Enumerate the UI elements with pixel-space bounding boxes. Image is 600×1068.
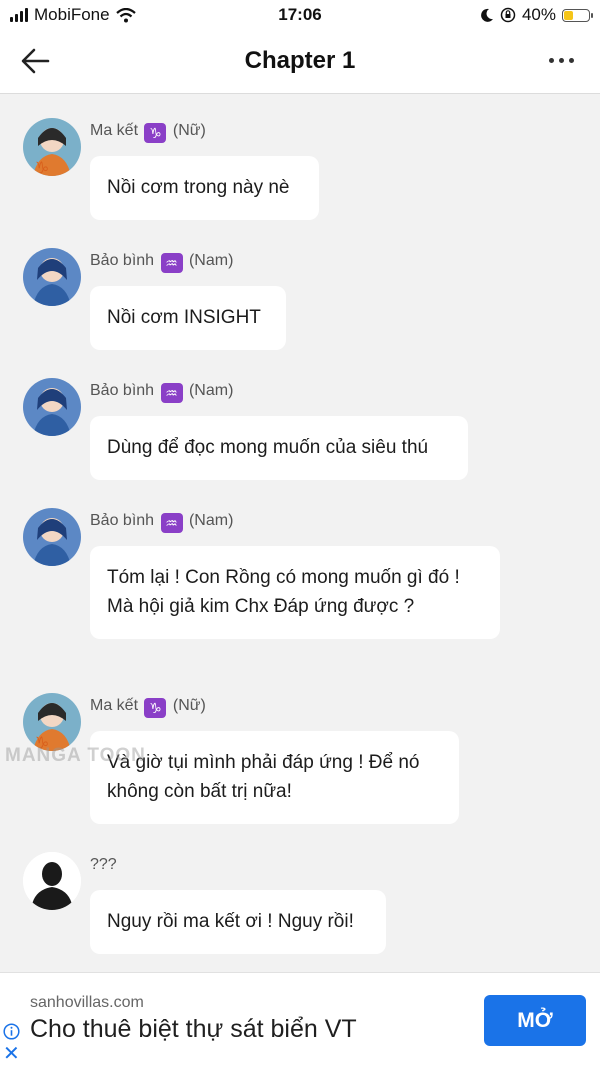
message-bubble: Nồi cơm INSIGHT: [90, 286, 286, 350]
info-icon[interactable]: [3, 1023, 20, 1040]
ad-domain: sanhovillas.com: [30, 994, 144, 1011]
sender-gender: (Nam): [188, 512, 234, 529]
aquarius-sign-icon: ♒: [160, 253, 183, 273]
capricorn-sign-icon: ♑: [144, 698, 167, 718]
sender-label: Bảo bình ♒ (Nam): [90, 512, 233, 533]
sender-name: ???: [90, 856, 117, 873]
message-bubble: Nguy rồi ma kết ơi ! Nguy rồi!: [90, 890, 386, 954]
sender-name: Bảo bình: [90, 512, 155, 529]
page-title: Chapter 1: [244, 47, 356, 74]
close-icon[interactable]: ✕: [3, 1044, 20, 1064]
more-dot: [558, 57, 564, 63]
message-text-line: không còn bất trị nữa!: [107, 781, 292, 802]
chapter-header: Chapter 1: [0, 30, 600, 94]
message-text: Dùng để đọc mong muốn của siêu thú: [107, 437, 429, 458]
sender-label: ???: [90, 856, 117, 874]
status-right: 40%: [479, 5, 593, 25]
ad-open-button[interactable]: MỞ: [484, 995, 586, 1046]
message-text: Nồi cơm trong này nè: [107, 177, 290, 198]
battery-percent: 40%: [521, 5, 556, 24]
message-text: Nguy rồi ma kết ơi ! Nguy rồi!: [107, 911, 354, 932]
message-text-line: Và giờ tụi mình phải đáp ứng ! Để nó: [107, 752, 420, 773]
ad-headline[interactable]: Cho thuê biệt thự sát biển VT: [30, 1015, 357, 1044]
message-bubble: Nồi cơm trong này nè: [90, 156, 319, 220]
sender-gender: (Nam): [188, 382, 234, 399]
message-bubble: Dùng để đọc mong muốn của siêu thú: [90, 416, 468, 480]
sender-gender: (Nữ): [172, 697, 206, 714]
aquarius-sign-icon: ♒: [160, 383, 183, 403]
svg-text:♑: ♑: [35, 158, 49, 176]
avatar-unknown-silhouette[interactable]: [23, 852, 81, 910]
sender-gender: (Nữ): [172, 122, 206, 139]
message-text-line: Tóm lại ! Con Rồng có mong muốn gì đó !: [107, 567, 460, 588]
avatar-capricorn[interactable]: ♑: [23, 118, 81, 176]
sender-name: Bảo bình: [90, 382, 155, 399]
sender-name: Ma kết: [90, 122, 139, 139]
watermark: MANGA TOON: [5, 745, 146, 766]
capricorn-sign-icon: ♑: [144, 123, 167, 143]
battery-icon: [562, 8, 593, 22]
avatar-aquarius[interactable]: [23, 248, 81, 306]
moon-icon: [481, 8, 493, 22]
aquarius-sign-icon: ♒: [160, 513, 183, 533]
message-text-line: Mà hội giả kim Chx Đáp ứng được ?: [107, 596, 415, 617]
sender-name: Ma kết: [90, 697, 139, 714]
sender-label: Ma kết ♑ (Nữ): [90, 122, 206, 143]
message-text: Nồi cơm INSIGHT: [107, 307, 261, 328]
sender-label: Bảo bình ♒ (Nam): [90, 252, 233, 273]
status-bar: MobiFone 17:06 40%: [0, 0, 600, 30]
sender-label: Ma kết ♑ (Nữ): [90, 697, 206, 718]
avatar-aquarius[interactable]: [23, 508, 81, 566]
sender-label: Bảo bình ♒ (Nam): [90, 382, 233, 403]
more-options-button[interactable]: [544, 50, 578, 70]
sender-gender: (Nam): [188, 252, 234, 269]
avatar-capricorn[interactable]: ♑: [23, 693, 81, 751]
orientation-lock-icon: [500, 7, 516, 23]
avatar-aquarius[interactable]: [23, 378, 81, 436]
ad-banner[interactable]: sanhovillas.com Cho thuê biệt thự sát bi…: [0, 972, 600, 1068]
more-horizontal-icon: [548, 57, 554, 63]
more-dot: [568, 57, 574, 63]
sender-name: Bảo bình: [90, 252, 155, 269]
message-bubble: Tóm lại ! Con Rồng có mong muốn gì đó ! …: [90, 546, 500, 639]
battery-level-fill: [564, 10, 573, 20]
